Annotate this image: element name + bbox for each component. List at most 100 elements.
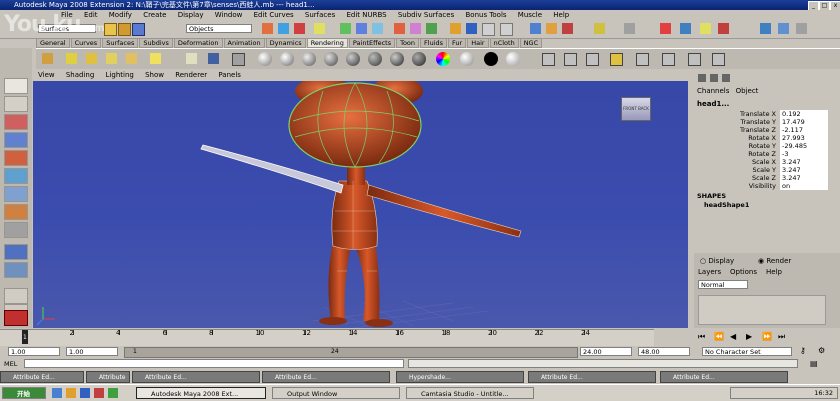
anisotropic-sphere-icon[interactable] <box>346 52 360 66</box>
minimized-window[interactable]: Attribute Ed... <box>528 371 656 383</box>
minimized-window[interactable]: Attribute Ed... <box>132 371 260 383</box>
channel-row[interactable]: Translate X 0.192 <box>694 110 840 118</box>
ocean-shader-sphere-icon[interactable] <box>390 52 404 66</box>
area-light-shelf-icon[interactable] <box>126 53 137 64</box>
animation-start-field[interactable]: 1.00 <box>8 347 60 356</box>
step-forward-icon[interactable]: ⏩ <box>762 332 772 341</box>
quick-launch-ie-icon[interactable] <box>52 388 62 398</box>
use-background-sphere-icon[interactable] <box>484 52 498 66</box>
last-tool-icon[interactable] <box>4 222 28 238</box>
start-button[interactable]: 开始 <box>2 387 46 399</box>
channel-row[interactable]: Scale Z 3.247 <box>694 174 840 182</box>
channel-value[interactable]: on <box>780 182 828 190</box>
preferences-icon[interactable]: ⚙ <box>818 346 825 355</box>
render-icon[interactable] <box>394 23 405 34</box>
channel-box-toggle-icon[interactable] <box>530 23 541 34</box>
render-view-shelf-icon[interactable] <box>542 53 555 66</box>
surface-shader-sphere-icon[interactable] <box>460 52 474 66</box>
quick-launch-media-icon[interactable] <box>80 388 90 398</box>
animation-end-field[interactable]: 48.00 <box>638 347 690 356</box>
spot-light-shelf-icon[interactable] <box>106 53 117 64</box>
camera-icon[interactable] <box>594 23 605 34</box>
tool-settings-toggle-icon[interactable] <box>562 23 573 34</box>
single-perspective-layout-icon[interactable] <box>4 244 28 260</box>
blinn-sphere-icon[interactable] <box>280 52 294 66</box>
panel-menu-show[interactable]: Show <box>145 71 164 79</box>
channel-row[interactable]: Visibility on <box>694 182 840 190</box>
lasso-tool-icon[interactable] <box>4 96 28 112</box>
render-settings-icon[interactable] <box>426 23 437 34</box>
move-tool-icon[interactable] <box>4 132 28 148</box>
channel-row[interactable]: Rotate X 27.993 <box>694 134 840 142</box>
soft-mod-tool-icon[interactable] <box>4 204 28 220</box>
query-icon[interactable] <box>482 23 495 36</box>
menu-edit-curves[interactable]: Edit Curves <box>254 11 294 19</box>
script-editor-icon[interactable]: ▤ <box>810 359 818 368</box>
mel-input[interactable] <box>24 359 404 368</box>
menu-subdiv-surfaces[interactable]: Subdiv Surfaces <box>398 11 454 19</box>
minimized-window[interactable]: Attribute Ed... <box>86 371 130 393</box>
snap-point-icon[interactable] <box>372 23 383 34</box>
phong-sphere-icon[interactable] <box>302 52 316 66</box>
go-to-start-icon[interactable]: ⏮ <box>698 332 705 342</box>
ramp-texture-sphere-icon[interactable] <box>436 52 450 66</box>
phonge-sphere-icon[interactable] <box>324 52 338 66</box>
rotate-tool-icon[interactable] <box>4 150 28 166</box>
panel-icon[interactable] <box>796 23 807 34</box>
layer-mode-render[interactable]: ◉ Render <box>758 257 791 265</box>
open-scene-icon[interactable] <box>118 23 131 36</box>
channel-value[interactable]: 3.247 <box>780 166 828 174</box>
render-layer-icon[interactable] <box>636 53 649 66</box>
layered-shader-sphere-icon[interactable] <box>368 52 382 66</box>
point-light-icon[interactable] <box>66 53 77 64</box>
channel-value[interactable]: -3 <box>780 150 828 158</box>
history-icon[interactable] <box>466 23 477 34</box>
channel-row[interactable]: Rotate Y -29.485 <box>694 142 840 150</box>
sidebar-toggle-icon[interactable] <box>760 23 771 34</box>
manipulator-tool-icon[interactable] <box>4 186 28 202</box>
shading-map-sphere-icon[interactable] <box>506 52 520 66</box>
task-maya[interactable]: Autodesk Maya 2008 Ext... <box>136 387 266 399</box>
tab-animation[interactable]: Animation <box>223 38 265 48</box>
channel-box-icon-b[interactable] <box>710 74 718 82</box>
lambert-sphere-icon[interactable] <box>258 52 272 66</box>
playback-start-field[interactable]: 1.00 <box>66 347 118 356</box>
menu-surfaces[interactable]: Surfaces <box>305 11 335 19</box>
channel-value[interactable]: 3.247 <box>780 158 828 166</box>
minimized-window[interactable]: Hypershade... <box>396 371 524 383</box>
tab-ncloth[interactable]: nCloth <box>489 38 519 48</box>
layout-icon[interactable] <box>778 23 789 34</box>
panel-menu-panels[interactable]: Panels <box>218 71 241 79</box>
channel-value[interactable]: 3.247 <box>780 174 828 182</box>
menu-help[interactable]: Help <box>553 11 569 19</box>
spot-light-icon[interactable] <box>700 23 711 34</box>
tab-subdivs[interactable]: Subdivs <box>139 38 173 48</box>
hypershade-shelf-icon[interactable] <box>564 53 577 66</box>
character-set-dropdown[interactable]: No Character Set <box>702 347 792 356</box>
tab-hair[interactable]: Hair <box>467 38 489 48</box>
go-to-end-icon[interactable]: ⏭ <box>778 332 785 342</box>
snap-grid-icon[interactable] <box>340 23 351 34</box>
select-tool-icon[interactable] <box>4 78 28 94</box>
channel-value[interactable]: 27.993 <box>780 134 828 142</box>
channel-value[interactable]: -29.485 <box>780 142 828 150</box>
help-menu[interactable]: Help <box>766 268 782 276</box>
layer-type-dropdown[interactable]: Normal <box>698 280 748 289</box>
menu-muscle[interactable]: Muscle <box>518 11 542 19</box>
stop-record-icon[interactable] <box>4 310 28 326</box>
channel-row[interactable]: Scale X 3.247 <box>694 158 840 166</box>
layer-mode-display[interactable]: ○ Display <box>700 257 734 265</box>
tab-fluids[interactable]: Fluids <box>420 38 448 48</box>
save-scene-icon[interactable] <box>132 23 145 36</box>
options-menu[interactable]: Options <box>730 268 757 276</box>
shading-group-icon[interactable] <box>208 53 219 64</box>
snap-curve-icon[interactable] <box>356 23 367 34</box>
select-component-icon[interactable] <box>294 23 305 34</box>
attribute-editor-toggle-icon[interactable] <box>546 23 557 34</box>
minimized-window[interactable]: Attribute Ed... <box>0 371 84 383</box>
light-icon[interactable] <box>680 23 691 34</box>
step-back-icon[interactable]: ⏪ <box>714 332 724 341</box>
selection-mode-dropdown[interactable]: Objects <box>186 24 252 33</box>
channel-row[interactable]: Rotate Z -3 <box>694 150 840 158</box>
ramp-shader-sphere-icon[interactable] <box>412 52 426 66</box>
